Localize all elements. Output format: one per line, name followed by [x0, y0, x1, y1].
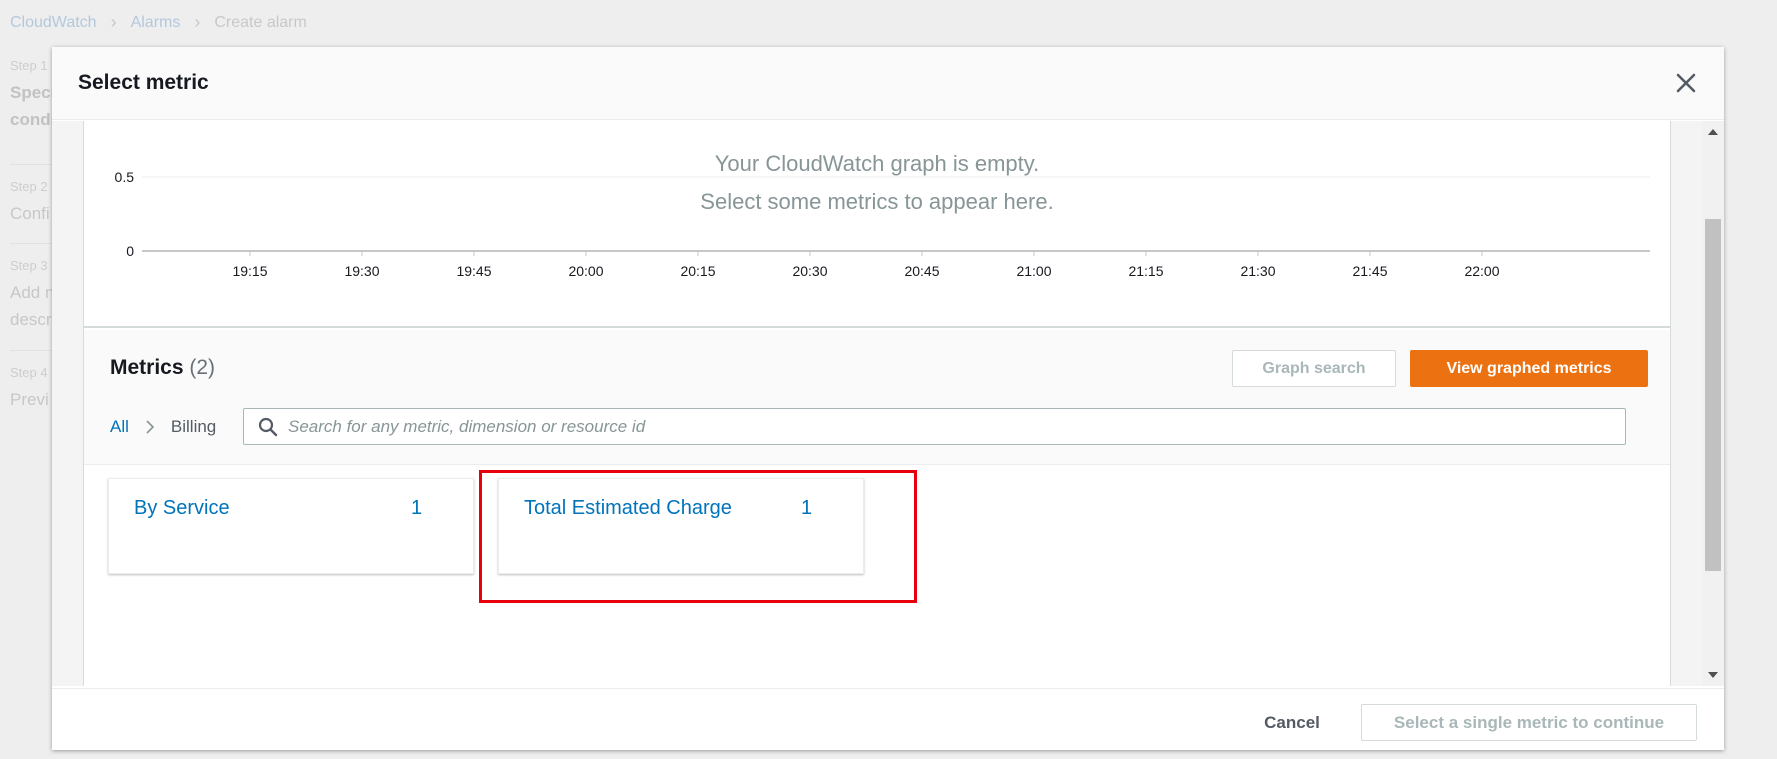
metrics-panel: Metrics (2) Graph search View graphed me…	[84, 330, 1670, 465]
step-label: Step 3	[10, 258, 48, 273]
metrics-title-label: Metrics	[110, 356, 184, 379]
modal-body: 0.5 0 19:15 19:30 19:45 20:00 20:15 20:30 20:45 2…	[52, 121, 1724, 686]
x-tick-label: 20:15	[680, 263, 715, 279]
metric-search-input[interactable]	[288, 416, 1618, 437]
close-icon[interactable]	[1674, 71, 1698, 95]
metric-graph: 0.5 0 19:15 19:30 19:45 20:00 20:15 20:30 20:45 2…	[84, 121, 1670, 328]
metric-card-total-estimated-charge[interactable]: Total Estimated Charge 1	[498, 478, 864, 574]
graph-empty-line-2: Select some metrics to appear here.	[700, 189, 1054, 214]
y-tick-label: 0	[126, 243, 134, 259]
x-tick-label: 20:45	[904, 263, 939, 279]
card-name[interactable]: Total Estimated Charge	[524, 497, 732, 520]
modal-header: Select metric	[52, 47, 1724, 120]
step-title: Add n	[10, 283, 54, 302]
x-tick-label: 21:30	[1240, 263, 1275, 279]
continue-button[interactable]: Select a single metric to continue	[1361, 704, 1697, 741]
step-4: Step 4 Previ	[10, 351, 54, 421]
view-graphed-metrics-button[interactable]: View graphed metrics	[1410, 350, 1648, 387]
select-metric-modal: Select metric 0.5 0 19:15 19:30 19:45 20:00 20…	[52, 47, 1724, 750]
metric-namespace-cards: By Service 1 Total Estimated Charge 1	[84, 466, 1670, 686]
scroll-down-arrow-icon[interactable]	[1708, 672, 1718, 678]
modal-content: 0.5 0 19:15 19:30 19:45 20:00 20:15 20:30 20:45 2…	[83, 121, 1671, 686]
step-1: Step 1 Speci condi	[10, 58, 54, 164]
chevron-right-icon	[146, 419, 155, 434]
x-tick-label: 21:00	[1016, 263, 1051, 279]
x-tick-label: 19:45	[456, 263, 491, 279]
step-title: condi	[10, 110, 54, 129]
search-icon	[258, 417, 278, 436]
step-label: Step 4	[10, 365, 48, 380]
step-title: Speci	[10, 83, 54, 102]
step-label: Step 1	[10, 58, 48, 73]
metrics-count: (2)	[189, 356, 216, 379]
crumb-all-link[interactable]: All	[110, 417, 129, 437]
x-tick-label: 21:45	[1352, 263, 1387, 279]
metrics-breadcrumb: All Billing	[110, 408, 216, 445]
x-tick-label: 20:00	[568, 263, 603, 279]
metric-search-box[interactable]	[243, 408, 1626, 445]
step-3: Step 3 Add n descri	[10, 244, 54, 350]
step-title: descri	[10, 310, 54, 329]
breadcrumb: CloudWatch › Alarms › Create alarm	[10, 12, 307, 33]
x-tick-label: 22:00	[1464, 263, 1499, 279]
graph-empty-message: Your CloudWatch graph is empty. Select s…	[84, 145, 1670, 221]
card-count: 1	[411, 497, 423, 519]
step-2: Step 2 Confi	[10, 165, 54, 243]
metrics-title: Metrics (2)	[110, 356, 215, 380]
breadcrumb-chevron-icon: ›	[110, 12, 117, 32]
x-tick-label: 20:30	[792, 263, 827, 279]
step-title: Previ	[10, 390, 49, 409]
x-tick-label: 21:15	[1128, 263, 1163, 279]
breadcrumb-current: Create alarm	[214, 13, 307, 31]
scroll-thumb[interactable]	[1705, 219, 1721, 571]
crumb-billing: Billing	[170, 416, 217, 436]
step-label: Step 2	[10, 179, 48, 194]
graph-empty-line-1: Your CloudWatch graph is empty.	[714, 151, 1040, 176]
metric-card-by-service[interactable]: By Service 1	[108, 478, 474, 574]
graph-search-button[interactable]: Graph search	[1232, 350, 1396, 387]
breadcrumb-chevron-icon: ›	[194, 12, 201, 32]
step-title: Confi	[10, 204, 50, 223]
scroll-up-arrow-icon[interactable]	[1708, 129, 1718, 135]
modal-scrollbar[interactable]	[1702, 121, 1724, 686]
modal-footer: Cancel Select a single metric to continu…	[52, 688, 1724, 750]
wizard-steps: Step 1 Speci condi Step 2 Confi Step 3 A…	[10, 58, 54, 421]
breadcrumb-cloudwatch[interactable]: CloudWatch	[10, 14, 97, 32]
breadcrumb-alarms[interactable]: Alarms	[131, 14, 181, 32]
modal-title: Select metric	[78, 71, 209, 94]
card-name[interactable]: By Service	[134, 497, 230, 520]
x-tick-label: 19:15	[232, 263, 267, 279]
card-count: 1	[801, 497, 813, 519]
x-tick-label: 19:30	[344, 263, 379, 279]
cancel-button[interactable]: Cancel	[1237, 704, 1347, 741]
